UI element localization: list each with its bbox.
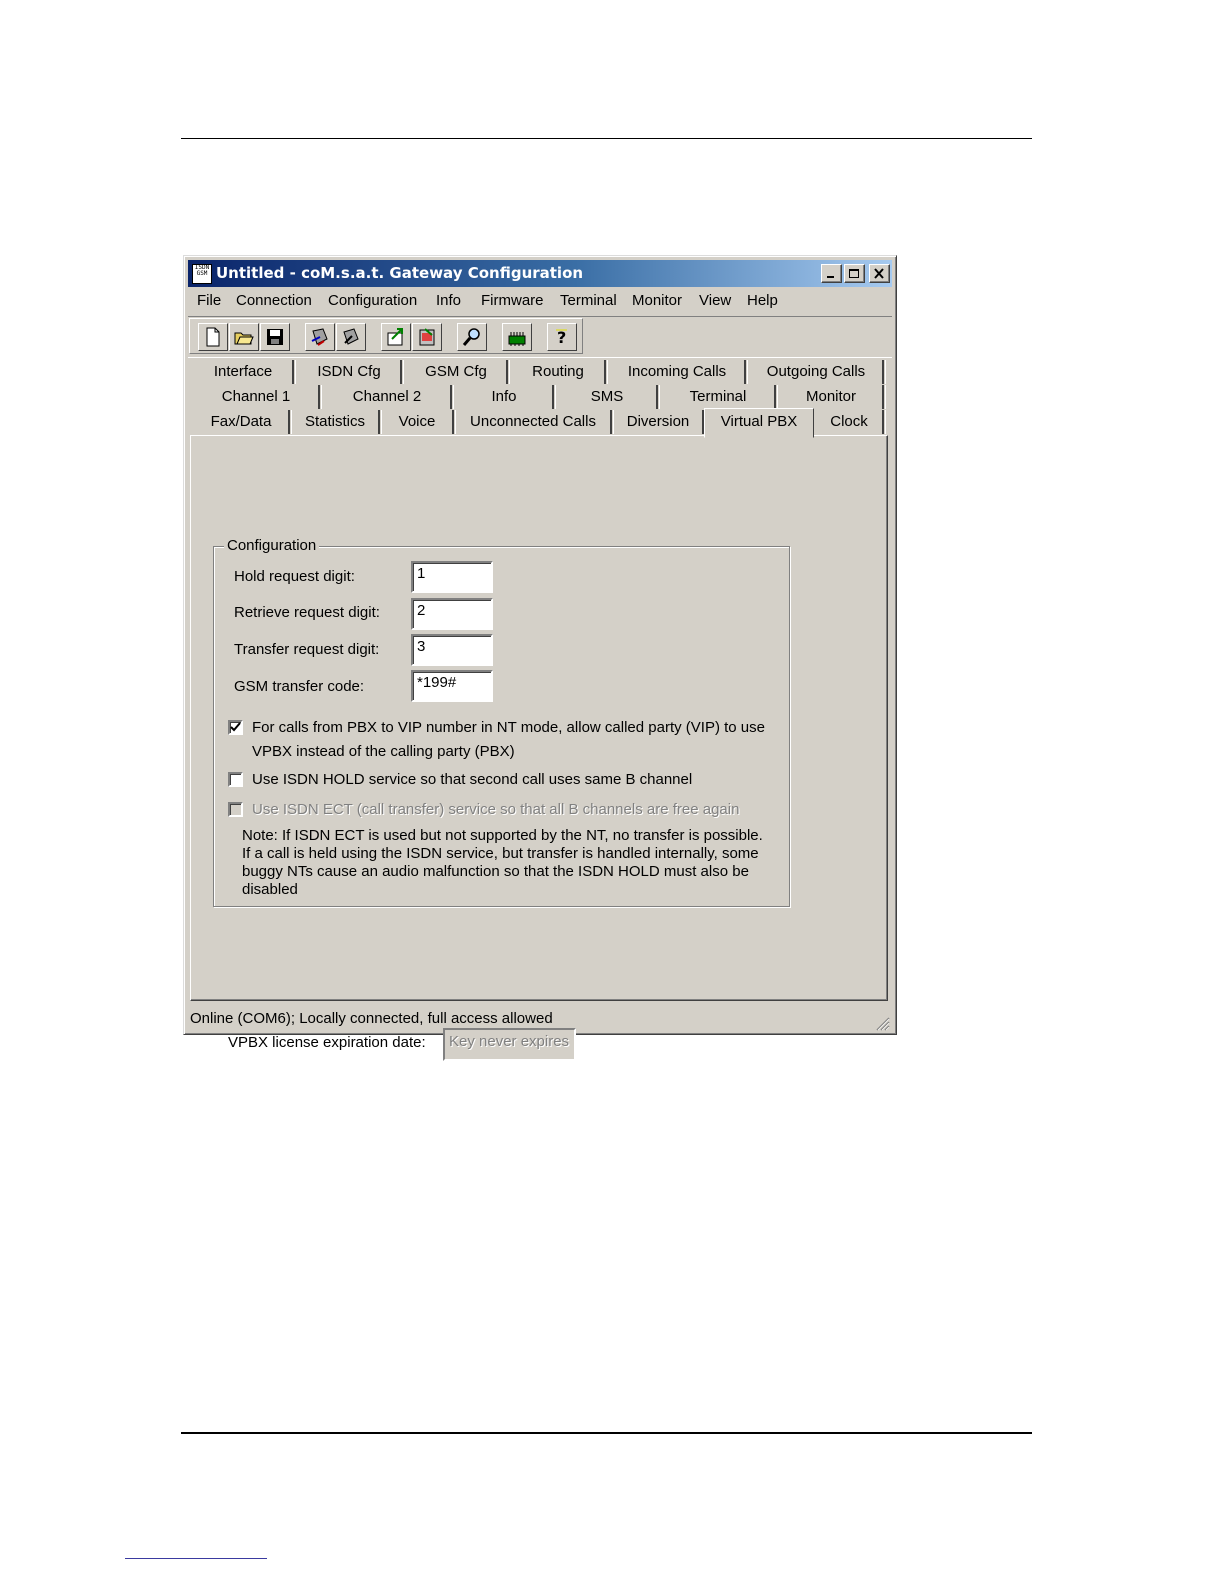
menu-help[interactable]: Help — [747, 292, 778, 309]
save-button[interactable] — [260, 323, 290, 351]
open-icon — [234, 332, 254, 345]
minimize-button[interactable] — [821, 264, 842, 283]
license-expiration-field: Key never expires — [443, 1028, 576, 1061]
ect-note: Note: If ISDN ECT is used but not suppor… — [242, 827, 763, 898]
import-button[interactable] — [412, 323, 442, 351]
export-button[interactable] — [381, 323, 411, 351]
menu-configuration[interactable]: Configuration — [328, 292, 417, 309]
new-icon — [206, 327, 220, 347]
hold-digit-input[interactable]: 1 — [411, 561, 493, 593]
tab-gsm-cfg[interactable]: GSM Cfg — [406, 360, 510, 384]
close-icon — [874, 268, 884, 279]
download-button[interactable] — [305, 323, 335, 351]
tab-clock[interactable]: Clock — [816, 410, 886, 434]
vip-vpbx-checkbox[interactable] — [228, 720, 243, 735]
tab-control: Interface ISDN Cfg GSM Cfg Routing Incom… — [188, 358, 892, 1061]
isdn-hold-checkbox[interactable] — [228, 772, 243, 787]
app-window: ISDN GSM Untitled - coM.s.a.t. Gateway C… — [183, 255, 897, 1061]
help-button[interactable]: ? — [547, 323, 577, 351]
search-button[interactable] — [457, 323, 487, 351]
tab-virtual-pbx[interactable]: Virtual PBX — [704, 408, 814, 438]
import-icon — [419, 328, 435, 346]
maximize-button[interactable] — [844, 264, 865, 283]
hold-digit-label: Hold request digit: — [234, 568, 355, 585]
upload-button[interactable] — [336, 323, 366, 351]
svg-text:?: ? — [557, 328, 566, 347]
status-text: Online (COM6); Locally connected, full a… — [190, 1010, 553, 1027]
tab-routing[interactable]: Routing — [512, 360, 608, 384]
tab-statistics[interactable]: Statistics — [292, 410, 382, 434]
tab-terminal[interactable]: Terminal — [662, 385, 778, 409]
tab-voice[interactable]: Voice — [382, 410, 456, 434]
license-expiration-label: VPBX license expiration date: — [228, 1034, 426, 1051]
search-icon — [462, 328, 480, 346]
chip-icon — [508, 332, 526, 346]
isdn-ect-checkbox[interactable] — [228, 802, 243, 817]
page-top-rule — [181, 138, 1032, 139]
upload-icon — [343, 328, 359, 345]
tab-monitor[interactable]: Monitor — [780, 385, 886, 409]
retrieve-digit-input[interactable]: 2 — [411, 598, 493, 630]
tab-outgoing-calls[interactable]: Outgoing Calls — [750, 360, 886, 384]
menu-info[interactable]: Info — [436, 292, 461, 309]
menu-terminal[interactable]: Terminal — [560, 292, 617, 309]
footnote-rule — [125, 1558, 267, 1559]
close-button[interactable] — [869, 264, 890, 283]
app-icon: ISDN GSM — [192, 264, 212, 284]
tab-diversion[interactable]: Diversion — [614, 410, 706, 434]
title-bar[interactable]: ISDN GSM Untitled - coM.s.a.t. Gateway C… — [188, 260, 892, 287]
menu-connection[interactable]: Connection — [236, 292, 312, 309]
menu-bar: File Connection Configuration Info Firmw… — [188, 288, 892, 314]
toolbar: ? — [188, 316, 892, 358]
tab-incoming-calls[interactable]: Incoming Calls — [610, 360, 748, 384]
window-title: Untitled - coM.s.a.t. Gateway Configurat… — [216, 264, 584, 282]
page-bottom-rule — [181, 1432, 1032, 1434]
tab-info[interactable]: Info — [456, 385, 556, 409]
maximize-icon — [849, 269, 859, 278]
retrieve-digit-label: Retrieve request digit: — [234, 604, 380, 621]
menu-firmware[interactable]: Firmware — [481, 292, 544, 309]
tab-interface[interactable]: Interface — [194, 360, 296, 384]
help-icon: ? — [556, 328, 567, 347]
tab-channel-2[interactable]: Channel 2 — [324, 385, 454, 409]
transfer-digit-input[interactable]: 3 — [411, 634, 493, 666]
tab-isdn-cfg[interactable]: ISDN Cfg — [298, 360, 404, 384]
chip-button[interactable] — [502, 323, 532, 351]
menu-view[interactable]: View — [699, 292, 731, 309]
menu-file[interactable]: File — [197, 292, 221, 309]
virtual-pbx-page: Configuration Hold request digit: 1 Retr… — [190, 435, 888, 1061]
export-icon — [387, 328, 403, 346]
minimize-icon — [827, 276, 834, 278]
isdn-hold-label: Use ISDN HOLD service so that second cal… — [252, 771, 693, 788]
configuration-group-title: Configuration — [224, 537, 320, 554]
vip-vpbx-label: For calls from PBX to VIP number in NT m… — [252, 719, 765, 760]
toolbar-band: ? — [189, 318, 583, 354]
tab-unconnected-calls[interactable]: Unconnected Calls — [456, 410, 614, 434]
tab-fax-data[interactable]: Fax/Data — [194, 410, 292, 434]
status-bar: Online (COM6); Locally connected, full a… — [188, 1007, 892, 1031]
gsm-transfer-code-input[interactable]: *199# — [411, 670, 493, 702]
open-button[interactable] — [229, 323, 259, 351]
gsm-transfer-code-label: GSM transfer code: — [234, 678, 365, 695]
isdn-ect-label: Use ISDN ECT (call transfer) service so … — [252, 801, 740, 818]
new-button[interactable] — [198, 323, 228, 351]
menu-monitor[interactable]: Monitor — [632, 292, 682, 309]
transfer-digit-label: Transfer request digit: — [234, 641, 380, 658]
download-icon — [311, 328, 328, 346]
save-icon — [267, 329, 283, 345]
tab-sms[interactable]: SMS — [558, 385, 660, 409]
configuration-group: Configuration Hold request digit: 1 Retr… — [213, 537, 790, 907]
tab-channel-1[interactable]: Channel 1 — [194, 385, 322, 409]
checkmark-icon — [230, 722, 241, 732]
resize-grip-icon[interactable] — [874, 1015, 890, 1031]
